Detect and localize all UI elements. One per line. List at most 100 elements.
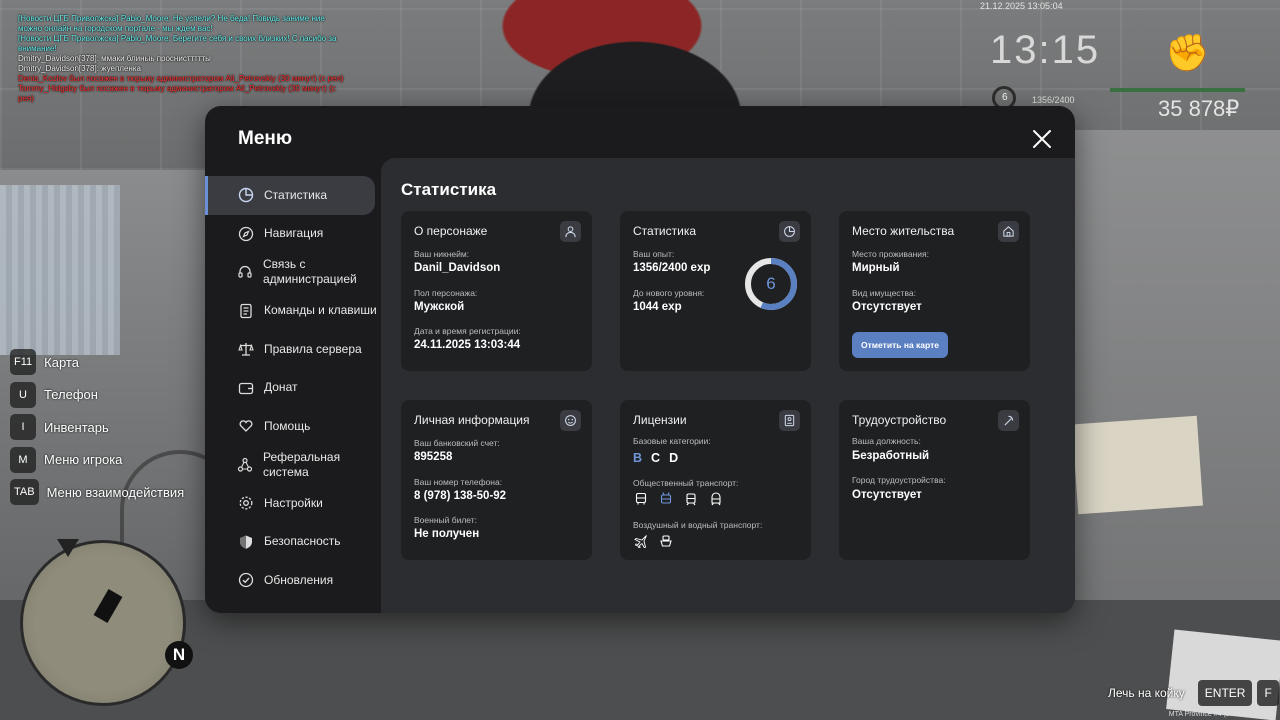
hud-date: 21.12.2025 13:05:04 bbox=[980, 1, 1063, 11]
level-number: 6 bbox=[766, 274, 776, 293]
sidebar-item-contact-admin[interactable]: Связь с администрацией bbox=[205, 253, 381, 292]
hud-exp: 1356/2400 bbox=[1032, 95, 1075, 105]
hud-clock: 13:15 bbox=[990, 28, 1101, 72]
residence-label: Место проживания: bbox=[852, 249, 929, 259]
sidebar-item-commands[interactable]: Команды и клавиши bbox=[205, 292, 381, 331]
nickname-value: Danil_Davidson bbox=[414, 262, 501, 274]
next-level-label: До нового уровня: bbox=[633, 288, 705, 298]
bank-account-value: 895258 bbox=[414, 451, 453, 463]
sidebar-item-label: Обновления bbox=[264, 572, 334, 587]
close-icon bbox=[1033, 130, 1051, 148]
sidebar-item-rules[interactable]: Правила сервера bbox=[205, 330, 381, 369]
statistics-panel: Статистика О персонаже Ваш никнейм: Dani… bbox=[381, 158, 1075, 613]
sidebar-item-label: Статистика bbox=[264, 187, 328, 202]
sidebar-item-settings[interactable]: Настройки bbox=[205, 484, 381, 523]
key-hint-phone: U Телефон bbox=[10, 379, 184, 412]
nickname-label: Ваш никнейм: bbox=[414, 249, 470, 259]
waypoint-marker-icon bbox=[57, 539, 79, 557]
sidebar-item-updates[interactable]: Обновления bbox=[205, 561, 381, 600]
check-circle-icon bbox=[237, 572, 254, 589]
window-curtain bbox=[0, 185, 120, 355]
sidebar-item-label: Команды и клавиши bbox=[264, 303, 377, 318]
sidebar-item-navigation[interactable]: Навигация bbox=[205, 215, 381, 254]
sidebar-item-help[interactable]: Помощь bbox=[205, 407, 381, 446]
card-title: Личная информация bbox=[414, 413, 530, 427]
card-character: О персонаже Ваш никнейм: Danil_Davidson … bbox=[401, 211, 592, 371]
key-cap: U bbox=[10, 381, 36, 408]
phone-label: Ваш номер телефона: bbox=[414, 477, 503, 487]
key-hint-inventory: I Инвентарь bbox=[10, 411, 184, 444]
sidebar-item-label: Реферальная система bbox=[263, 449, 341, 479]
key-label: Телефон bbox=[44, 387, 98, 403]
chat-line: Dmitry_Davidson[378]: жуепленка bbox=[18, 64, 141, 73]
action-prompt-text: Лечь на койку bbox=[1108, 686, 1185, 700]
card-personal-info: Личная информация Ваш банковский счет: 8… bbox=[401, 400, 592, 560]
registration-value: 24.11.2025 13:03:44 bbox=[414, 339, 521, 351]
chat-line: [Новости ЦГБ Приволжска] Pablo_Moore: Не… bbox=[18, 14, 325, 33]
home-icon bbox=[998, 221, 1019, 242]
work-city-value: Отсутствует bbox=[852, 489, 922, 501]
health-bar bbox=[1110, 88, 1245, 92]
public-transport-label: Общественный транспорт: bbox=[633, 478, 739, 488]
exp-value: 1356/2400 exp bbox=[633, 262, 711, 274]
airplane-icon bbox=[633, 533, 648, 548]
key-cap: F11 bbox=[10, 349, 37, 376]
position-label: Ваша должность: bbox=[852, 436, 921, 446]
metro-icon bbox=[708, 491, 723, 506]
card-title: Место жительства bbox=[852, 224, 955, 238]
card-title: Лицензии bbox=[633, 413, 687, 427]
minimap: N bbox=[20, 539, 193, 706]
key-f[interactable]: F bbox=[1257, 680, 1279, 706]
hud-level: 6 bbox=[1002, 92, 1008, 103]
chat-log: [Новости ЦГБ Приволжска] Pablo_Moore: Не… bbox=[18, 14, 348, 104]
card-title: Статистика bbox=[633, 224, 697, 238]
tram-icon bbox=[683, 491, 698, 506]
document-icon bbox=[237, 302, 254, 319]
fist-icon: ✊ bbox=[1165, 32, 1210, 73]
sidebar-item-label: Правила сервера bbox=[264, 341, 362, 356]
heart-hand-icon bbox=[237, 418, 254, 435]
scales-icon bbox=[237, 341, 254, 358]
phone-value: 8 (978) 138-50-92 bbox=[414, 490, 507, 502]
gender-value: Мужской bbox=[414, 301, 465, 313]
mark-on-map-button[interactable]: Отметить на карте bbox=[852, 332, 948, 358]
key-hint-map: F11 Карта bbox=[10, 346, 184, 379]
gender-label: Пол персонажа: bbox=[414, 288, 478, 298]
key-hint-player-menu: M Меню игрока bbox=[10, 444, 184, 477]
public-transport-icons bbox=[633, 491, 733, 506]
boat-icon bbox=[658, 533, 673, 548]
face-icon bbox=[560, 410, 581, 431]
shield-icon bbox=[237, 533, 254, 550]
sidebar-item-statistics[interactable]: Статистика bbox=[205, 176, 375, 215]
position-value: Безработный bbox=[852, 450, 930, 462]
category-b: B bbox=[633, 451, 643, 465]
key-hint-interaction: TAB Меню взаимодействия bbox=[10, 476, 184, 509]
close-button[interactable] bbox=[1031, 128, 1053, 150]
player-marker-icon bbox=[93, 589, 123, 623]
sidebar-item-security[interactable]: Безопасность bbox=[205, 523, 381, 562]
next-level-value: 1044 exp bbox=[633, 301, 682, 313]
key-cap: M bbox=[10, 446, 36, 473]
sidebar-item-referral[interactable]: Реферальная система bbox=[205, 446, 381, 485]
key-label: Меню взаимодействия bbox=[46, 484, 185, 500]
menu-title: Меню bbox=[238, 128, 293, 149]
key-label: Инвентарь bbox=[44, 419, 109, 435]
chat-line: [Новости ЦГБ Приволжска] Pablo_Moore: Бе… bbox=[18, 34, 337, 53]
category-d: D bbox=[669, 451, 679, 465]
gear-icon bbox=[237, 495, 254, 512]
military-id-value: Не получен bbox=[414, 528, 480, 540]
registration-label: Дата и время регистрации: bbox=[414, 326, 521, 336]
card-residence: Место жительства Место проживания: Мирны… bbox=[839, 211, 1030, 371]
card-licenses: Лицензии Базовые категории: B C D Общест… bbox=[620, 400, 811, 560]
chat-line: Denis_Kozlov был посажен в тюрьму админи… bbox=[18, 74, 344, 83]
sidebar-item-donate[interactable]: Донат bbox=[205, 369, 381, 408]
id-card-icon bbox=[779, 410, 800, 431]
menu-sidebar: Статистика Навигация Связь с администрац… bbox=[205, 176, 381, 600]
card-employment: Трудоустройство Ваша должность: Безработ… bbox=[839, 400, 1030, 560]
key-hints: F11 Карта U Телефон I Инвентарь M Меню и… bbox=[10, 346, 184, 509]
sidebar-item-label: Навигация bbox=[264, 226, 324, 241]
key-cap: I bbox=[10, 414, 36, 441]
key-enter[interactable]: ENTER bbox=[1197, 680, 1253, 706]
key-label: Меню игрока bbox=[44, 452, 123, 468]
headset-icon bbox=[237, 264, 253, 281]
